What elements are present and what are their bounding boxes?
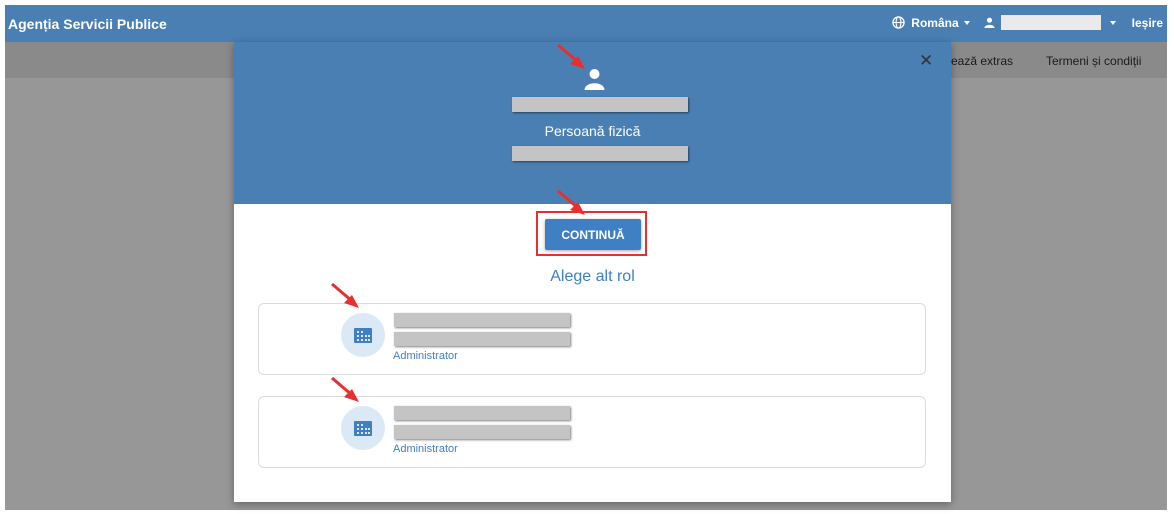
close-icon[interactable]: ✕ (919, 52, 933, 69)
company-name-redacted (394, 313, 570, 327)
user-menu-redacted[interactable] (1000, 15, 1101, 30)
globe-icon (892, 16, 906, 29)
chevron-down-icon[interactable] (1109, 20, 1116, 25)
top-navbar: Agenția Servicii Publice Româna Ieșire (5, 5, 1167, 42)
subnav-link-extract[interactable]: ează extras (951, 54, 1013, 68)
annotation-arrow-icon (331, 376, 359, 402)
company-id-redacted (394, 425, 570, 439)
language-selector[interactable]: Româna (892, 15, 970, 30)
user-id-redacted (512, 146, 688, 161)
role-avatar (341, 313, 385, 357)
user-name-redacted (512, 97, 688, 112)
annotation-arrow-icon (557, 189, 585, 215)
language-label: Româna (911, 15, 959, 30)
user-icon (984, 17, 995, 28)
building-icon (354, 328, 372, 343)
building-icon (354, 421, 372, 436)
role-card[interactable]: Administrator (258, 303, 926, 375)
app-title[interactable]: Agenția Servicii Publice (8, 16, 167, 32)
logout-link[interactable]: Ieșire (1132, 16, 1163, 30)
role-selection-modal: ✕ Persoană fizică CONTINUĂ Alege alt rol… (234, 42, 951, 502)
role-avatar (341, 406, 385, 450)
role-label: Administrator (393, 443, 458, 455)
chevron-down-icon (963, 20, 970, 25)
person-type-label: Persoană fizică (544, 123, 641, 139)
role-label: Administrator (393, 350, 458, 362)
annotation-arrow-icon (557, 43, 585, 69)
company-id-redacted (394, 332, 570, 346)
subnav-link-terms[interactable]: Termeni și condiții (1046, 54, 1141, 68)
role-card[interactable]: Administrator (258, 396, 926, 468)
navbar-right: Româna Ieșire (892, 15, 1163, 30)
company-name-redacted (394, 406, 570, 420)
modal-header: ✕ Persoană fizică (234, 42, 951, 204)
continue-button[interactable]: CONTINUĂ (545, 219, 641, 250)
annotation-arrow-icon (331, 282, 359, 308)
